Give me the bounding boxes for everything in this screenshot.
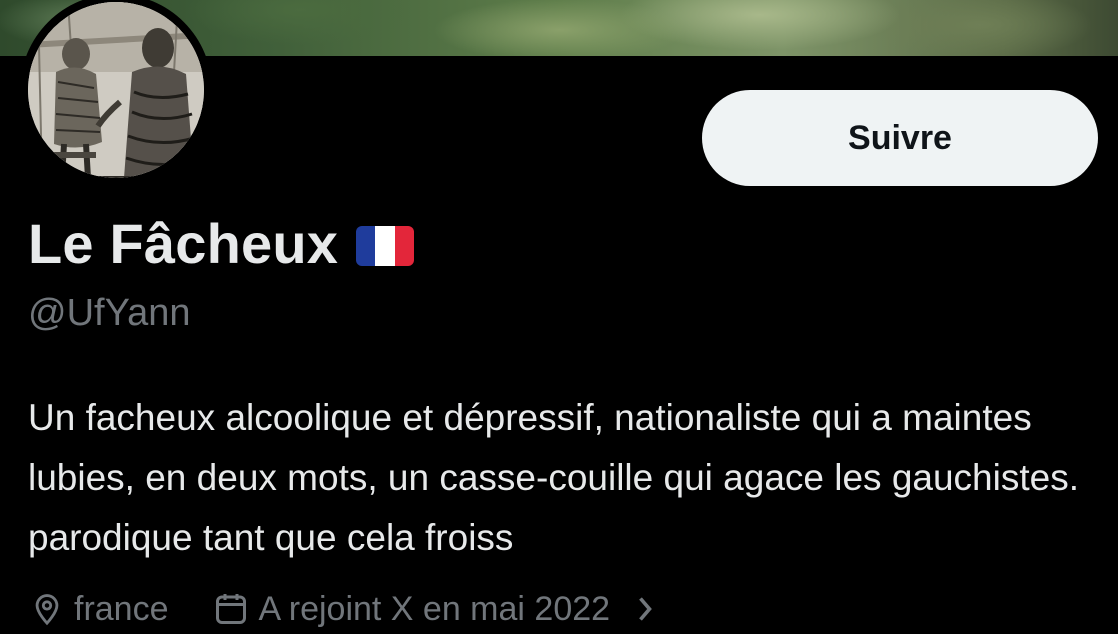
- profile-bio: Un facheux alcoolique et dépressif, nati…: [28, 397, 1079, 558]
- display-name: Le Fâcheux: [28, 211, 339, 275]
- france-flag-icon: [356, 226, 415, 266]
- location-item: france: [30, 590, 169, 629]
- follow-button[interactable]: Suivre: [702, 90, 1098, 186]
- avatar-engraving-image: [28, 2, 204, 178]
- location-pin-icon: [30, 592, 64, 626]
- display-name-row: Le Fâcheux: [28, 208, 415, 278]
- profile-meta: france A rejoint X en mai 2022: [30, 584, 656, 634]
- calendar-icon: [213, 591, 249, 627]
- avatar[interactable]: [28, 2, 204, 178]
- joined-date-text: A rejoint X en mai 2022: [258, 589, 611, 628]
- chevron-right-icon[interactable]: [634, 594, 656, 624]
- user-handle: @UfYann: [28, 292, 191, 334]
- location-text: france: [74, 589, 169, 628]
- joined-date-item[interactable]: A rejoint X en mai 2022: [213, 590, 657, 629]
